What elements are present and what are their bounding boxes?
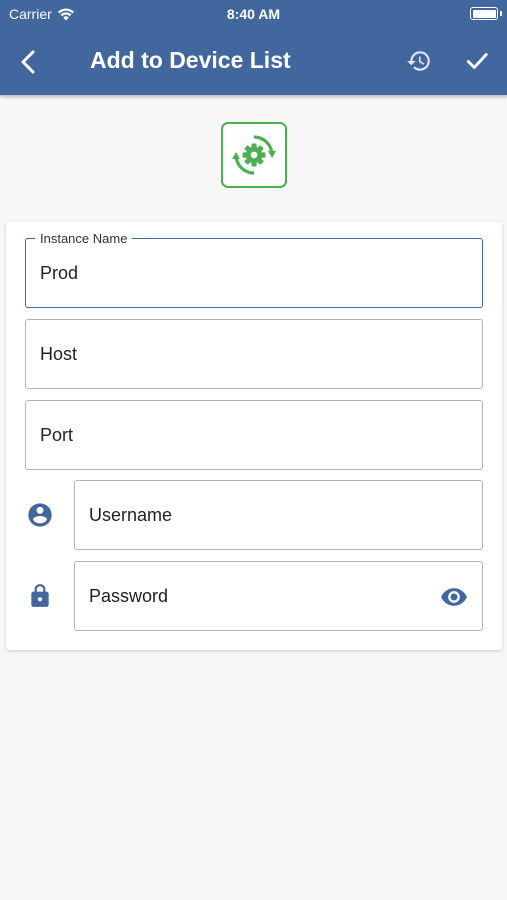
app-header: Carrier 8:40 AM Add to Device List <box>0 0 507 95</box>
instance-name-label: Instance Name <box>35 231 133 247</box>
check-icon <box>466 53 488 69</box>
app-logo <box>221 122 287 188</box>
status-bar: Carrier 8:40 AM <box>0 0 507 28</box>
host-placeholder: Host <box>40 343 78 364</box>
host-field[interactable]: Host <box>25 319 483 389</box>
eye-icon[interactable] <box>440 583 468 611</box>
port-field[interactable]: Port <box>25 400 483 470</box>
password-placeholder: Password <box>89 585 169 606</box>
confirm-button[interactable] <box>460 44 494 78</box>
status-time: 8:40 AM <box>226 6 281 22</box>
lock-icon <box>25 581 55 611</box>
back-button[interactable] <box>12 46 44 78</box>
username-field[interactable]: Username <box>74 480 483 550</box>
history-button[interactable] <box>402 44 436 78</box>
account-circle-icon <box>25 500 55 530</box>
battery-icon <box>470 7 498 20</box>
password-field[interactable]: Password <box>74 561 483 631</box>
navigation-bar: Add to Device List <box>0 28 507 95</box>
username-placeholder: Username <box>89 504 173 525</box>
device-form-card: Instance Name Prod Host Port Username Pa… <box>6 222 502 650</box>
battery-tip <box>500 11 502 16</box>
instance-name-field[interactable]: Instance Name Prod <box>25 231 483 308</box>
page-title: Add to Device List <box>90 47 291 73</box>
history-icon <box>407 51 430 71</box>
sync-gear-icon <box>232 135 276 175</box>
port-placeholder: Port <box>40 424 74 445</box>
chevron-left-icon <box>21 50 35 74</box>
instance-name-value: Prod <box>40 262 79 283</box>
